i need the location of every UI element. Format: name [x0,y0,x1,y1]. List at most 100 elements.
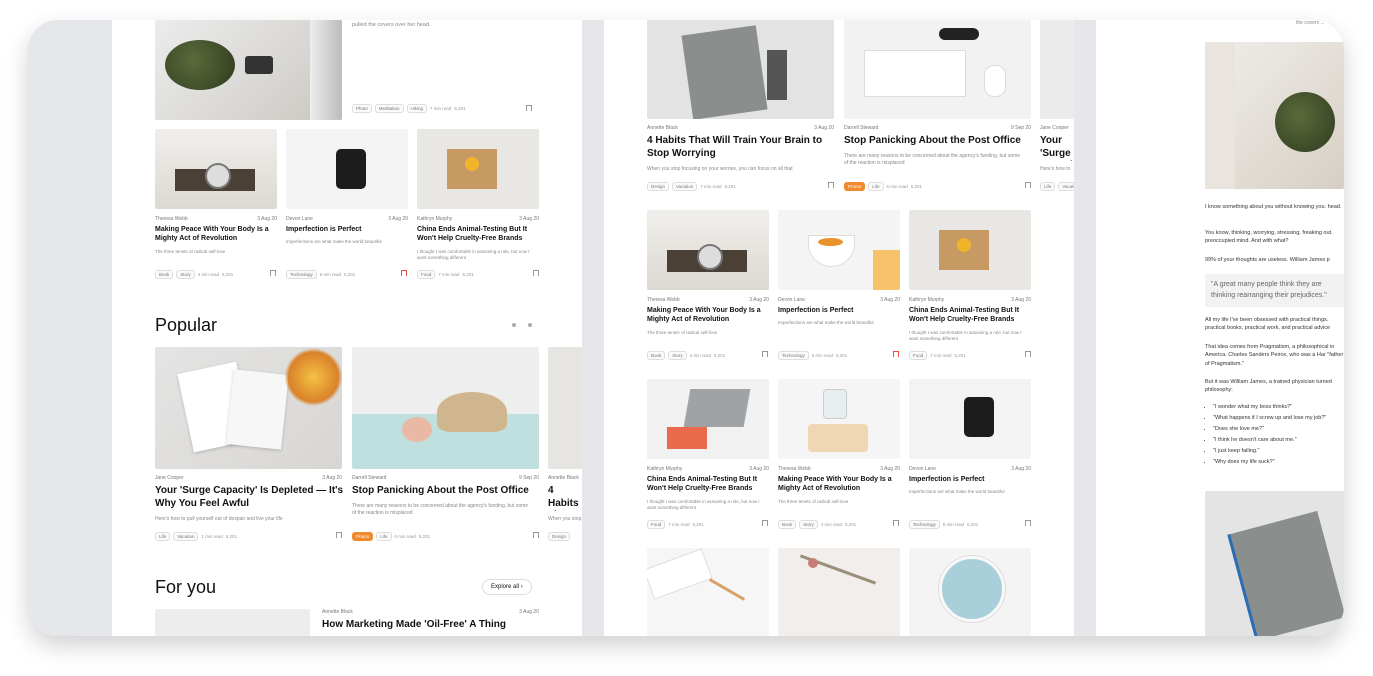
pencil-shape [708,578,746,601]
card-title[interactable]: Stop Panicking About the Post Office [844,135,1031,148]
card-image-notebook[interactable] [647,20,834,119]
grid-image-breakfast[interactable] [778,379,900,459]
tag[interactable]: Book [155,270,174,279]
tag[interactable]: Story [668,351,687,360]
grid-image-dried-flowers[interactable] [778,548,900,636]
tag[interactable]: Food [417,270,436,279]
grid-image-phone[interactable] [909,379,1031,459]
tag[interactable]: Hiking [406,104,428,113]
card-title[interactable]: China Ends Animal-Testing But It Won't H… [417,226,539,244]
bookmark-icon[interactable] [401,270,407,276]
tag[interactable]: Food [647,520,666,529]
bookmark-icon[interactable] [1025,351,1031,357]
tag[interactable]: Design [647,182,670,191]
card-meta: Darrell Steward 9 Sep 20 [844,125,1031,131]
tag[interactable]: Life [155,532,171,541]
article-body: That idea comes from Pragmatism, a philo… [1205,343,1344,368]
card-title[interactable]: Making Peace With Your Body Is a Mighty … [155,226,275,244]
tag[interactable]: Life [1040,182,1056,191]
bookmark-icon[interactable] [893,520,899,526]
popular-title[interactable]: Your 'Surge Capacity' Is Depleted — It's… [155,485,345,510]
grid-title[interactable]: Making Peace With Your Body Is a Mighty … [647,307,767,325]
tag[interactable]: Promo [844,182,866,191]
next-arrow-icon[interactable] [528,323,532,327]
tag[interactable]: Promo [352,532,374,541]
tag[interactable]: Technology [778,351,809,360]
tag[interactable]: Life [376,532,392,541]
tag[interactable]: Photo [352,104,372,113]
views: 5,201 [845,522,857,527]
popular-tags: Promo Life 6 min read 5,201 [352,532,430,541]
popular-desc: When you stop focusing on your worries [548,516,582,522]
tag[interactable]: Meditation [374,104,404,113]
card-meta: Kathryn Murphy 3 Aug 20 [417,216,539,222]
tag[interactable]: Story [176,270,195,279]
tag[interactable]: Technology [909,520,940,529]
popular-image-partial[interactable] [548,347,582,469]
popular-title[interactable]: 4 Habits That Will Train Your Brain to S… [548,485,582,511]
tag[interactable]: Story [799,520,818,529]
bookmark-icon[interactable] [533,270,539,276]
prev-arrow-icon[interactable] [512,323,516,327]
tag[interactable]: Vacation [672,182,698,191]
card-title[interactable]: Imperfection is Perfect [286,226,406,235]
bookmark-icon[interactable] [336,532,342,538]
tag[interactable]: Food [909,351,928,360]
bookmark-icon[interactable] [533,532,539,538]
tag[interactable]: Vacation [173,532,199,541]
grid-image-clock[interactable] [647,210,769,290]
flower-shape [957,238,971,252]
bookmark-icon[interactable] [762,351,768,357]
paragraph: But it was William James, a trained phys… [1205,379,1332,394]
card-title[interactable]: Your 'Surge Capacity' Is Depleted — It's… [1040,135,1074,161]
bookmark-icon[interactable] [1025,182,1031,188]
popular-title[interactable]: Stop Panicking About the Post Office [352,485,542,498]
tag[interactable]: Life [868,182,884,191]
glass-shape [823,389,847,419]
grid-image-keyboard-pencils[interactable] [647,548,769,636]
bookmark-icon[interactable] [762,520,768,526]
views: 5,201 [692,522,704,527]
grid-meta: Theresa Webb 3 Aug 20 [778,466,900,472]
grid-title[interactable]: Imperfection is Perfect [778,307,898,316]
for-you-image[interactable] [155,609,310,636]
grid-desc: The three tenets of radical self-love [647,330,718,335]
popular-image-hat[interactable] [352,347,539,469]
tag[interactable]: Design [548,532,571,541]
grid-title[interactable]: China Ends Animal-Testing But It Won't H… [647,476,769,494]
card-image-phone[interactable] [286,129,408,209]
explore-all-button[interactable]: Explore all › [482,579,532,595]
card-image-keyboard[interactable] [844,20,1031,119]
tag[interactable]: Book [778,520,797,529]
tag[interactable]: Vacation [1058,182,1074,191]
grid-image-flowers[interactable] [909,210,1031,290]
window-shape [310,20,342,120]
popular-image-postcards[interactable] [155,347,342,469]
views: 5,201 [836,353,848,358]
bookmark-icon[interactable] [1025,520,1031,526]
bookmark-icon[interactable] [893,351,899,357]
grid-title[interactable]: Imperfection is Perfect [909,476,1029,485]
list-item: "I wonder what my boss thinks?" [1213,404,1344,410]
grid-title[interactable]: Making Peace With Your Body Is a Mighty … [778,476,898,494]
tag[interactable]: Book [647,351,666,360]
card-image-clock[interactable] [155,129,277,209]
tag[interactable]: Technology [286,270,317,279]
grid-title[interactable]: China Ends Animal-Testing But It Won't H… [909,307,1031,325]
grid-image-laptop[interactable] [647,379,769,459]
popular-meta: Jane Cooper 3 Aug 20 [155,475,342,481]
read-time: 7 min read [438,272,460,277]
bookmark-icon[interactable] [526,105,532,111]
hero-image-turtle[interactable] [155,20,342,120]
popular-meta: Darrell Steward 9 Sep 20 [352,475,539,481]
grid-image-wall-clock[interactable] [909,548,1031,636]
grid-image-tea[interactable] [778,210,900,290]
bookmark-icon[interactable] [270,270,276,276]
for-you-title[interactable]: How Marketing Made 'Oil-Free' A Thing [322,619,542,632]
card-title[interactable]: 4 Habits That Will Train Your Brain to S… [647,135,834,160]
bookmark-icon[interactable] [828,182,834,188]
card-image-partial[interactable] [1040,20,1074,119]
clock-shape [205,163,231,189]
card-image-flowers[interactable] [417,129,539,209]
grid-tags: Book Story 4 min read 5,201 [647,351,725,360]
